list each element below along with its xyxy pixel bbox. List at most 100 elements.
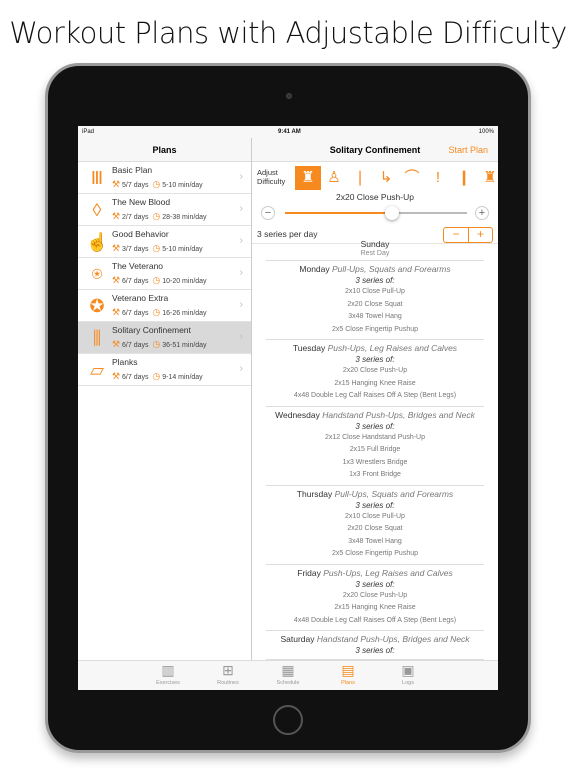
day-name: Thursday — [296, 488, 333, 499]
exercise-item: 2x15 Hanging Knee Raise — [334, 379, 416, 387]
tools-icon: ⚒ — [112, 211, 121, 221]
clock-icon: ◷ — [152, 243, 161, 253]
plan-name: The Veterano — [112, 261, 164, 271]
chevron-right-icon: › — [239, 267, 243, 278]
weekly-schedule: Sunday Rest Day Monday Pull-Ups, Squats an… — [252, 236, 498, 660]
exercise-item: 2x10 Close Pull-Up — [345, 512, 405, 520]
tab-routines[interactable]: ⊞ Routines — [198, 661, 258, 690]
series-of: 3 series of: — [355, 355, 395, 364]
day-focus: Push-Ups, Leg Raises and Calves — [323, 567, 453, 578]
plan-days: 6/7 days — [122, 310, 149, 317]
tab-exercises[interactable]: ▥ Exercises — [138, 661, 198, 690]
medal-stars-icon: ✪ — [89, 296, 105, 316]
plan-days: 6/7 days — [122, 342, 149, 349]
exercise-item: 2x20 Close Squat — [347, 525, 403, 532]
plan-item[interactable]: ⍟ The Veterano ⚒ 6/7 days ◷ 10-20 min/da… — [78, 258, 251, 290]
exercise-item: 1x3 Wrestlers Bridge — [342, 458, 408, 466]
plank-icon: ▱ — [90, 360, 104, 380]
day-name: Wednesday — [275, 409, 320, 420]
schedule-day: Friday Push-Ups, Leg Raises and Calves 3 … — [266, 565, 484, 631]
difficulty-level-pullup-icon[interactable]: ❘ — [347, 166, 373, 190]
day-focus: Push-Ups, Leg Raises and Calves — [327, 343, 458, 353]
exercise-item: 1x3 Front Bridge — [349, 471, 401, 478]
day-focus: Pull-Ups, Squats and Forearms — [332, 264, 451, 274]
schedule-icon: ▦ — [281, 662, 295, 678]
difficulty-level-bridge-icon[interactable]: ⌒ — [399, 166, 425, 190]
difficulty-level-legraise-icon[interactable]: ↳ — [373, 166, 399, 190]
plan-days: 2/7 days — [122, 214, 149, 221]
day-focus: Pull-Ups, Squats and Forearms — [334, 488, 454, 499]
tools-icon: ⚒ — [112, 371, 121, 381]
tab-label: Plans — [341, 680, 355, 686]
home-button[interactable] — [273, 705, 303, 735]
rest-day: Rest Day — [360, 250, 390, 257]
exercise-item: 2x10 Close Pull-Up — [345, 288, 405, 295]
tab-plans[interactable]: ▤ Plans — [318, 661, 378, 690]
plan-days: 6/7 days — [122, 374, 149, 381]
day-focus: Handstand Push-Ups, Bridges and Neck — [316, 634, 470, 644]
plan-name: Planks — [112, 357, 138, 367]
tab-logs[interactable]: ▣ Logs — [378, 661, 438, 690]
clock: 9:41 AM — [278, 129, 301, 135]
clock-icon: ◷ — [152, 339, 161, 349]
schedule-day: Sunday Rest Day — [266, 236, 484, 261]
difficulty-level-hang-icon[interactable]: ♜ — [477, 166, 498, 190]
tab-label: Routines — [217, 680, 239, 686]
difficulty-slider[interactable]: − + — [252, 202, 498, 224]
exercises-icon: ▥ — [161, 662, 175, 678]
exercise-item: 4x48 Double Leg Calf Raises Off A Step (… — [293, 616, 457, 624]
series-of: 3 series of: — [355, 500, 395, 510]
slider-increase-button[interactable]: + — [475, 206, 489, 220]
exercise-item: 2x20 Close Squat — [347, 300, 403, 308]
chevron-right-icon: › — [239, 203, 243, 214]
clock-icon: ◷ — [152, 275, 161, 285]
plan-duration: 36-51 min/day — [162, 342, 207, 349]
plan-duration: 10-20 min/day — [162, 278, 207, 285]
detail-nav: Solitary Confinement Start Plan — [252, 138, 498, 162]
difficulty-level-handstand-icon[interactable]: ǃ — [425, 166, 451, 190]
plan-name: Good Behavior — [112, 229, 169, 239]
clock-icon: ◷ — [152, 211, 161, 221]
headline: Workout Plans with Adjustable Difficulty — [9, 16, 567, 50]
tab-label: Logs — [402, 680, 414, 686]
difficulty-level-pushup-icon[interactable]: ♜ — [295, 166, 321, 190]
plan-item[interactable]: ☝ Good Behavior ⚒ 3/7 days ◷ 5-10 min/da… — [78, 226, 251, 258]
day-name: Tuesday — [292, 343, 326, 353]
thumbs-up-icon: ☝ — [86, 232, 109, 252]
logs-icon: ▣ — [401, 662, 415, 678]
difficulty-level-calf-icon[interactable]: ❙ — [451, 166, 477, 190]
tools-icon: ⚒ — [112, 179, 121, 189]
series-of: 3 series of: — [355, 276, 395, 285]
schedule-day: Thursday Pull-Ups, Squats and Forearms 3 … — [266, 486, 484, 565]
difficulty-level-squat-icon[interactable]: ♙ — [321, 166, 347, 190]
plan-item[interactable]: ◊ The New Blood ⚒ 2/7 days ◷ 28-38 min/d… — [78, 194, 251, 226]
plan-duration: 5-10 min/day — [162, 182, 203, 189]
exercise-item: 3x48 Towel Hang — [348, 313, 402, 320]
plan-item[interactable]: Ⅲ Basic Plan ⚒ 5/7 days ◷ 5-10 min/day › — [78, 162, 251, 194]
exercise-item: 2x20 Close Push-Up — [342, 591, 408, 599]
slider-decrease-button[interactable]: − — [261, 206, 275, 220]
schedule-day: Saturday Handstand Push-Ups, Bridges and… — [266, 631, 484, 660]
start-plan-button[interactable]: Start Plan — [448, 145, 488, 155]
column-icon: Ⅲ — [90, 168, 104, 188]
plan-duration: 28-38 min/day — [162, 214, 207, 221]
difficulty-selector: Adjust Difficulty ♜ ♙ ❘ ↳ ⌒ ǃ ❙ ♜ — [252, 162, 498, 194]
plan-detail: Solitary Confinement Start Plan Adjust D… — [252, 138, 498, 660]
chevron-right-icon: › — [239, 331, 243, 342]
exercise-item: 3x48 Towel Hang — [348, 537, 402, 545]
chevron-right-icon: › — [239, 235, 243, 246]
plan-item[interactable]: ⫼ Solitary Confinement ⚒ 6/7 days ◷ 36-5… — [78, 322, 251, 354]
slider-thumb[interactable] — [385, 206, 400, 220]
tab-bar: ▥ Exercises ⊞ Routines ▦ Schedule ▤ Plans ▣ Logs — [78, 660, 498, 690]
tab-schedule[interactable]: ▦ Schedule — [258, 661, 318, 690]
plan-item[interactable]: ▱ Planks ⚒ 6/7 days ◷ 9-14 min/day › — [78, 354, 251, 386]
plans-pane: Plans Ⅲ Basic Plan ⚒ 5/7 days ◷ 5-10 min… — [78, 138, 252, 660]
series-of: 3 series of: — [355, 579, 395, 589]
plan-item[interactable]: ✪ Veterano Extra ⚒ 6/7 days ◷ 16-26 min/… — [78, 290, 251, 322]
schedule-day: Monday Pull-Ups, Squats and Forearms 3 se… — [266, 261, 484, 340]
chevron-right-icon: › — [239, 299, 243, 310]
day-name: Friday — [297, 567, 321, 578]
clock-icon: ◷ — [152, 307, 161, 317]
tab-label: Exercises — [156, 680, 180, 686]
device-label: iPad — [82, 129, 95, 135]
